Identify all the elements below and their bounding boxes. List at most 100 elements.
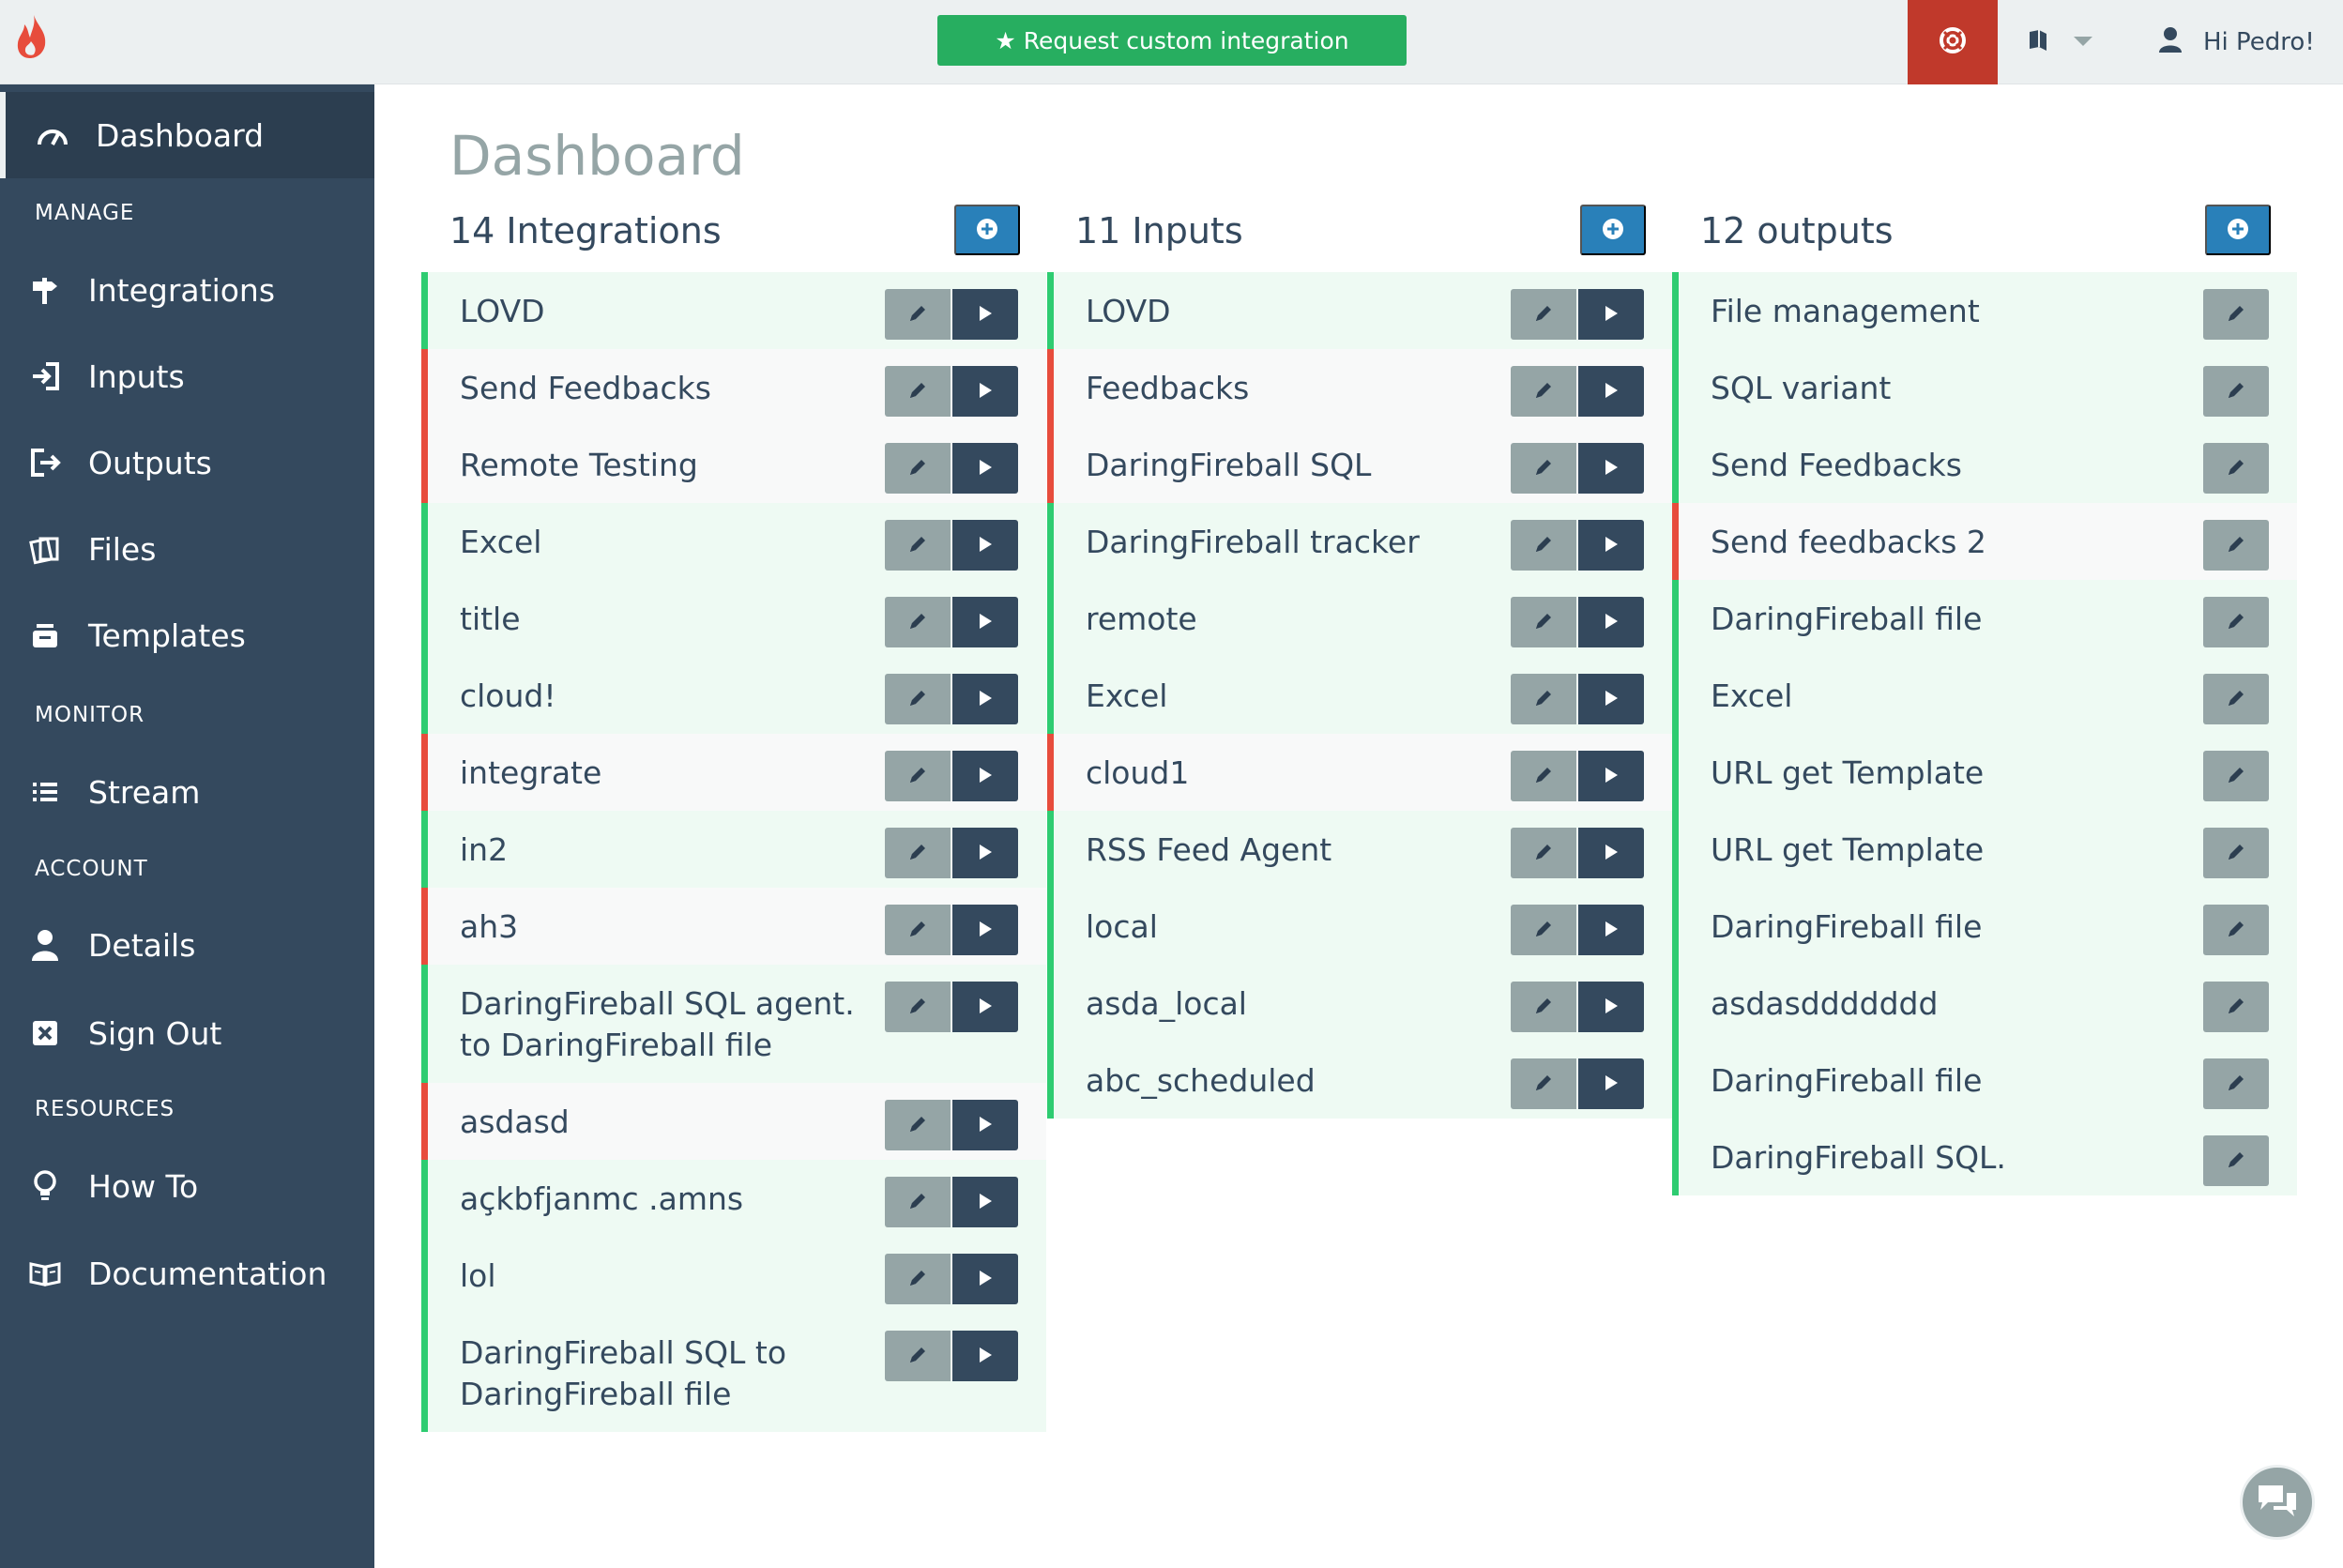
edit-button[interactable] (1511, 1058, 1576, 1109)
edit-button[interactable] (1511, 366, 1576, 417)
sign-out-icon (24, 442, 66, 483)
run-button[interactable] (1578, 828, 1644, 878)
output-row: Send Feedbacks (1672, 426, 2297, 503)
run-button[interactable] (952, 828, 1018, 878)
run-button[interactable] (952, 751, 1018, 801)
edit-button[interactable] (1511, 520, 1576, 571)
run-button[interactable] (952, 905, 1018, 955)
output-row: Excel (1672, 657, 2297, 734)
run-button[interactable] (952, 443, 1018, 494)
documentation-dropdown[interactable] (2027, 26, 2111, 58)
sidebar-item-details[interactable]: Details (0, 902, 374, 988)
sidebar: Dashboard MANAGE Integrations Inputs Out… (0, 84, 374, 1568)
edit-button[interactable] (1511, 982, 1576, 1032)
edit-button[interactable] (2203, 905, 2269, 955)
edit-button[interactable] (2203, 289, 2269, 340)
sidebar-item-stream[interactable]: Stream (0, 749, 374, 835)
sidebar-item-dashboard[interactable]: Dashboard (0, 92, 374, 178)
edit-button[interactable] (2203, 982, 2269, 1032)
edit-button[interactable] (1511, 674, 1576, 724)
edit-button[interactable] (885, 520, 951, 571)
run-button[interactable] (1578, 982, 1644, 1032)
run-button[interactable] (952, 1100, 1018, 1150)
sidebar-item-label: Templates (88, 617, 246, 654)
edit-button[interactable] (885, 289, 951, 340)
speedometer-icon (32, 114, 73, 156)
row-actions (1511, 905, 1644, 955)
run-button[interactable] (952, 1254, 1018, 1304)
integration-row: ah3 (421, 888, 1046, 965)
edit-button[interactable] (1511, 828, 1576, 878)
edit-button[interactable] (2203, 1058, 2269, 1109)
edit-button[interactable] (885, 982, 951, 1032)
edit-button[interactable] (885, 905, 951, 955)
run-button[interactable] (1578, 289, 1644, 340)
edit-button[interactable] (1511, 751, 1576, 801)
integration-name: in2 (460, 831, 509, 868)
edit-button[interactable] (2203, 597, 2269, 647)
edit-button[interactable] (2203, 674, 2269, 724)
sidebar-item-templates[interactable]: Templates (0, 592, 374, 678)
row-actions (2203, 443, 2269, 494)
edit-button[interactable] (885, 1177, 951, 1227)
run-button[interactable] (1578, 905, 1644, 955)
sidebar-item-files[interactable]: Files (0, 506, 374, 592)
edit-button[interactable] (885, 597, 951, 647)
edit-button[interactable] (1511, 443, 1576, 494)
edit-button[interactable] (2203, 366, 2269, 417)
run-button[interactable] (952, 982, 1018, 1032)
edit-button[interactable] (1511, 905, 1576, 955)
run-button[interactable] (1578, 520, 1644, 571)
run-button[interactable] (952, 289, 1018, 340)
edit-button[interactable] (2203, 520, 2269, 571)
request-custom-integration-button[interactable]: ★ Request custom integration (937, 15, 1407, 66)
chat-widget-button[interactable] (2240, 1465, 2315, 1540)
run-button[interactable] (952, 674, 1018, 724)
support-button[interactable] (1908, 0, 1998, 84)
sidebar-item-label: Dashboard (96, 116, 265, 154)
run-button[interactable] (1578, 443, 1644, 494)
edit-button[interactable] (885, 1254, 951, 1304)
run-button[interactable] (952, 597, 1018, 647)
sidebar-item-documentation[interactable]: Documentation (0, 1230, 374, 1317)
output-row: URL get Template (1672, 811, 2297, 888)
add-output-button[interactable] (2205, 205, 2271, 255)
add-integration-button[interactable] (954, 205, 1020, 255)
row-actions (1511, 520, 1644, 571)
integration-name: DaringFireball SQL to DaringFireball fil… (460, 1334, 787, 1412)
edit-button[interactable] (885, 366, 951, 417)
edit-button[interactable] (885, 828, 951, 878)
close-box-icon (24, 1012, 66, 1054)
run-button[interactable] (952, 1331, 1018, 1381)
edit-button[interactable] (1511, 597, 1576, 647)
edit-button[interactable] (885, 751, 951, 801)
edit-button[interactable] (885, 1331, 951, 1381)
run-button[interactable] (1578, 597, 1644, 647)
run-button[interactable] (1578, 366, 1644, 417)
inputs-heading: 11 Inputs (1075, 210, 1243, 251)
sidebar-item-sign-out[interactable]: Sign Out (0, 990, 374, 1076)
edit-button[interactable] (885, 443, 951, 494)
sidebar-item-outputs[interactable]: Outputs (0, 419, 374, 506)
edit-button[interactable] (2203, 1135, 2269, 1186)
run-button[interactable] (952, 1177, 1018, 1227)
edit-button[interactable] (2203, 751, 2269, 801)
run-button[interactable] (952, 520, 1018, 571)
sidebar-item-how-to[interactable]: How To (0, 1143, 374, 1229)
run-button[interactable] (952, 366, 1018, 417)
run-button[interactable] (1578, 751, 1644, 801)
flame-logo-icon[interactable] (13, 13, 51, 60)
edit-button[interactable] (1511, 289, 1576, 340)
user-menu[interactable]: Hi Pedro! (2158, 23, 2315, 62)
sidebar-item-integrations[interactable]: Integrations (0, 247, 374, 333)
edit-button[interactable] (2203, 443, 2269, 494)
edit-button[interactable] (885, 1100, 951, 1150)
output-row: SQL variant (1672, 349, 2297, 426)
edit-button[interactable] (2203, 828, 2269, 878)
edit-button[interactable] (885, 674, 951, 724)
run-button[interactable] (1578, 674, 1644, 724)
play-icon (978, 767, 993, 786)
add-input-button[interactable] (1580, 205, 1646, 255)
sidebar-item-inputs[interactable]: Inputs (0, 333, 374, 419)
run-button[interactable] (1578, 1058, 1644, 1109)
